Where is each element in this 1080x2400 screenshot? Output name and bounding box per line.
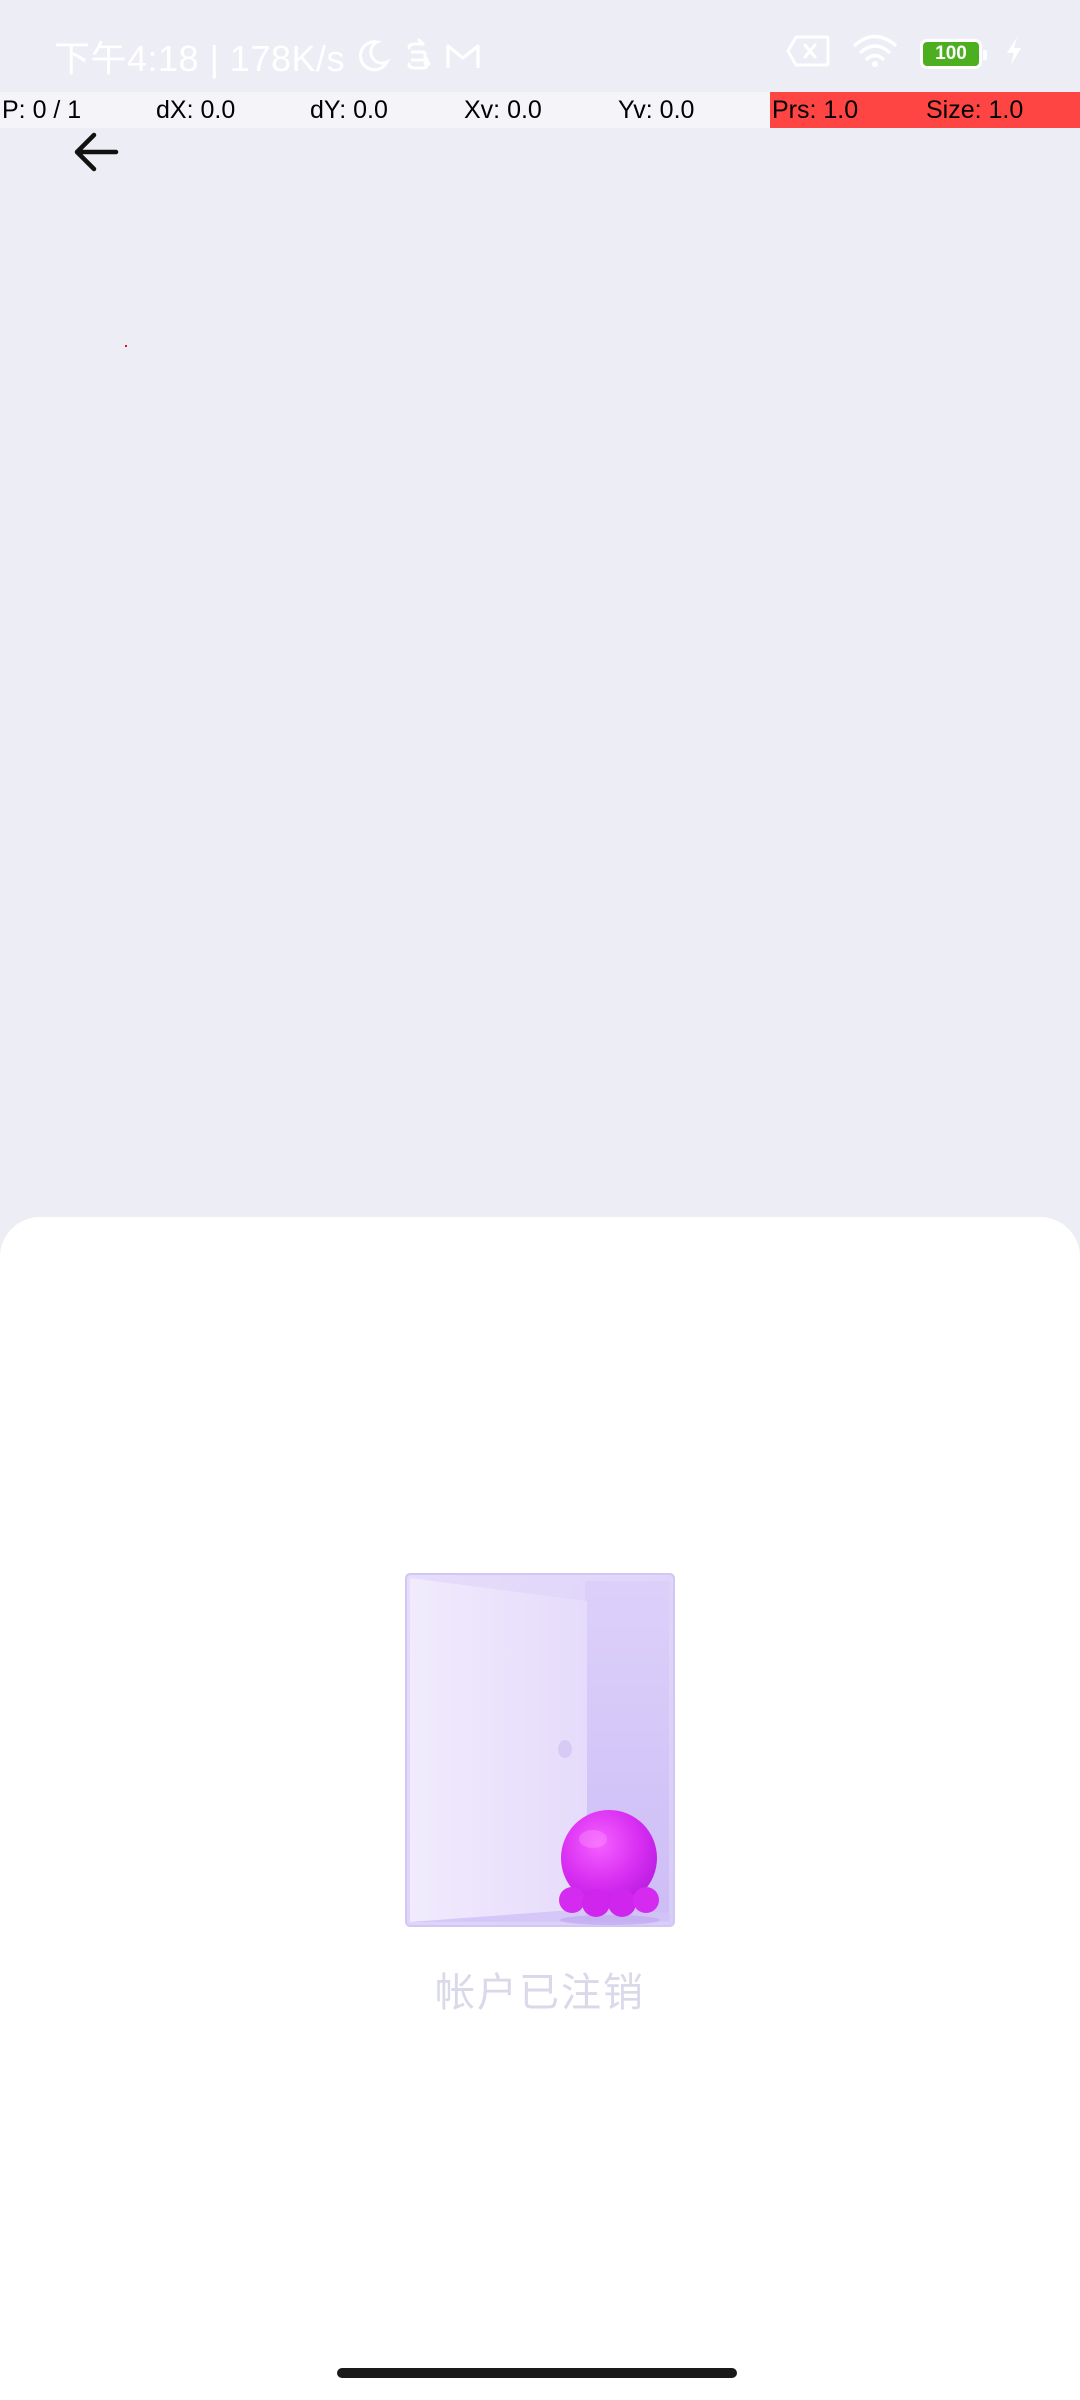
screen: 下午4:18 | 178K/s 100 P: 0 / 1 dX: 0.0 dY:… [0, 0, 1080, 2400]
wifi-icon [852, 34, 898, 73]
battery-icon: 100 [920, 38, 987, 69]
moon-icon [355, 38, 391, 74]
open-door-octopus-illustration [405, 1573, 675, 1928]
pointer-dx: dX: 0.0 [156, 96, 236, 124]
status-bar: 下午4:18 | 178K/s 100 [0, 0, 1080, 92]
sync-icon [401, 38, 433, 74]
battery-level: 100 [935, 42, 967, 64]
pointer-yv: Yv: 0.0 [618, 96, 695, 124]
status-left: 下午4:18 | 178K/s [54, 30, 483, 82]
touch-trace-dot [125, 345, 127, 347]
charging-bolt-icon [1004, 36, 1024, 71]
account-deactivated-message: 帐户已注销 [435, 1971, 645, 2015]
sim-card-off-icon [786, 35, 830, 72]
pointer-location-bar: P: 0 / 1 dX: 0.0 dY: 0.0 Xv: 0.0 Yv: 0.0… [0, 92, 1080, 128]
arrow-left-icon [70, 126, 122, 183]
pointer-xv: Xv: 0.0 [464, 96, 542, 124]
pointer-dy: dY: 0.0 [310, 96, 388, 124]
pointer-size: Size: 1.0 [924, 92, 1080, 128]
back-button[interactable] [60, 118, 132, 190]
home-indicator[interactable] [337, 2368, 737, 2378]
status-right: 100 [786, 34, 1024, 73]
time-network-speed: 下午4:18 | 178K/s [54, 38, 346, 79]
pointer-pressure: Prs: 1.0 [770, 92, 924, 128]
gmail-icon [443, 38, 483, 74]
